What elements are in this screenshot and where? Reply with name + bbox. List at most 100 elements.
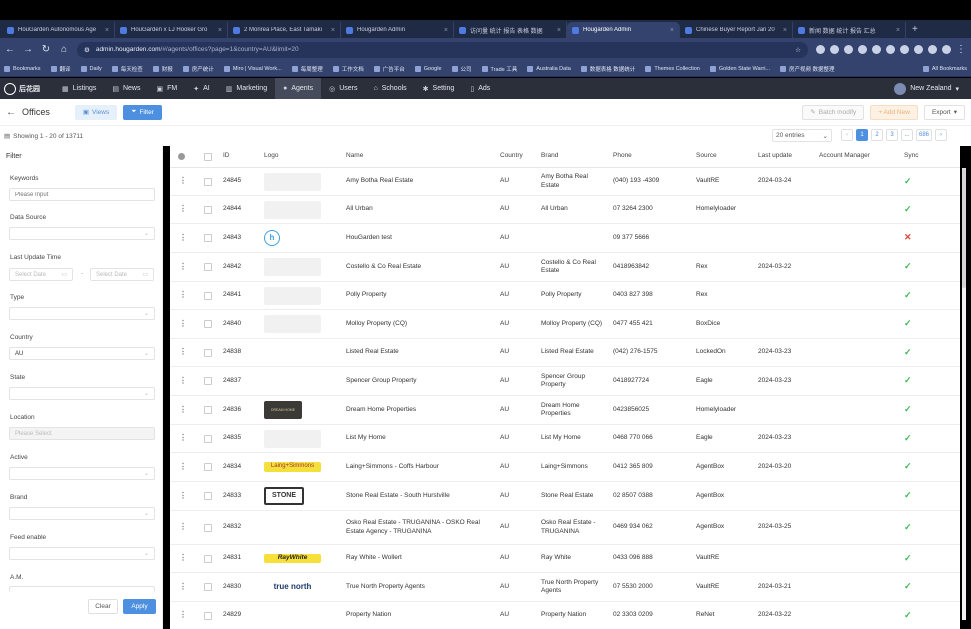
close-icon[interactable]: × — [670, 27, 674, 34]
browser-menu-icon[interactable]: ⋮ — [956, 44, 966, 55]
browser-tab[interactable]: Hougarden Admin × — [341, 22, 454, 38]
entries-select[interactable]: 20 entries ⌄ — [772, 129, 832, 142]
office-name[interactable]: Stone Real Estate - South Hurstville — [346, 482, 496, 510]
bookmark-item[interactable]: Golden State Warri... — [709, 65, 770, 72]
header-brand[interactable]: Brand — [541, 146, 606, 167]
column-settings-icon[interactable] — [178, 146, 185, 167]
apply-button[interactable]: Apply — [123, 599, 156, 614]
nav-item-listings[interactable]: ▦ Listings — [54, 78, 104, 99]
office-name[interactable]: Amy Botha Real Estate — [346, 168, 496, 195]
office-name[interactable]: Listed Real Estate — [346, 339, 496, 366]
checkbox-box[interactable] — [204, 492, 212, 500]
office-name[interactable]: Ray White - Wollert — [346, 545, 496, 572]
office-name[interactable]: All Urban — [346, 196, 496, 223]
site-info-icon[interactable]: ⚙ — [84, 46, 90, 54]
new-tab-button[interactable]: + — [906, 22, 924, 38]
table-row[interactable]: ⋮ 24837 Spencer Group Property AU Spencer Gr… — [170, 367, 960, 396]
nav-item-fm[interactable]: ▣ FM — [149, 78, 186, 99]
checkbox-box[interactable] — [204, 234, 212, 242]
row-checkbox[interactable] — [204, 367, 212, 395]
checkbox-box[interactable] — [204, 611, 212, 620]
back-arrow-icon[interactable]: ← — [6, 107, 16, 118]
checkbox-box[interactable] — [204, 406, 212, 414]
date-start-picker[interactable]: Select Date ▭ — [9, 268, 73, 281]
office-name[interactable]: Polly Property — [346, 282, 496, 309]
reload-icon[interactable]: ↻ — [41, 44, 51, 55]
checkbox-box[interactable] — [204, 554, 212, 563]
row-actions-icon[interactable]: ⋮ — [179, 282, 187, 309]
page-button[interactable]: 1 — [856, 129, 868, 141]
state-select[interactable]: ⌄ — [9, 387, 155, 400]
header-id[interactable]: ID — [223, 146, 230, 167]
row-actions-icon[interactable]: ⋮ — [179, 602, 187, 629]
url-field[interactable]: ⚙ admin.hougarden.com/#/agents/offices?p… — [77, 41, 808, 58]
extension-icon[interactable] — [872, 45, 881, 54]
close-icon[interactable]: × — [218, 27, 222, 34]
bookmark-item[interactable]: Trade 工具 — [481, 65, 517, 73]
close-icon[interactable]: × — [896, 27, 900, 34]
office-name[interactable]: Osko Real Estate - TRUGANINA - OSKO Real… — [346, 511, 496, 544]
extension-icon[interactable] — [844, 45, 853, 54]
row-checkbox[interactable] — [204, 511, 212, 544]
close-icon[interactable]: × — [783, 27, 787, 34]
row-checkbox[interactable] — [204, 282, 212, 309]
extension-icon[interactable] — [816, 45, 825, 54]
am-select[interactable] — [9, 586, 155, 592]
row-actions-icon[interactable]: ⋮ — [179, 453, 187, 481]
checkbox-box[interactable] — [204, 205, 212, 214]
active-select[interactable]: ⌄ — [9, 467, 155, 480]
bookmark-item[interactable]: 广告平台 — [373, 65, 405, 73]
page-button[interactable]: ... — [901, 129, 913, 141]
bookmark-item[interactable]: 数据表格 数据统计 — [580, 65, 635, 73]
office-name[interactable]: True North Property Agents — [346, 573, 496, 601]
row-checkbox[interactable] — [204, 602, 212, 629]
browser-tab[interactable]: 新闻 数据 统计 报告 汇总 × — [793, 22, 906, 38]
office-name[interactable]: Costello & Co Real Estate — [346, 253, 496, 281]
office-name[interactable]: Molloy Property (CQ) — [346, 310, 496, 338]
page-button[interactable]: 3 — [886, 129, 898, 141]
header-account-manager[interactable]: Account Manager — [819, 146, 870, 167]
checkbox-box[interactable] — [204, 523, 212, 532]
close-icon[interactable]: × — [444, 27, 448, 34]
home-icon[interactable]: ⌂ — [59, 44, 69, 55]
location-select[interactable]: Please Select — [9, 427, 155, 440]
bookmark-item[interactable]: Google — [414, 65, 442, 72]
table-row[interactable]: ⋮ 24836 DREAM HOME Dream Home Properties AU D… — [170, 396, 960, 425]
header-last-update[interactable]: Last update — [758, 146, 792, 167]
previous-page-button[interactable]: ‹ — [841, 129, 853, 141]
header-phone[interactable]: Phone — [613, 146, 632, 167]
extension-icon[interactable] — [830, 45, 839, 54]
bookmark-item[interactable]: 房产统计 — [182, 65, 214, 73]
table-row[interactable]: ⋮ 24843 h HouGarden test AU 09 377 5666 ✕ — [170, 224, 960, 253]
row-checkbox[interactable] — [204, 253, 212, 281]
bookmark-item[interactable]: Bookmarks — [4, 65, 41, 72]
row-actions-icon[interactable]: ⋮ — [179, 573, 187, 601]
scrollbar-thumb[interactable] — [962, 168, 966, 288]
browser-tab[interactable]: 2 Monrea Place, East Tamaki × — [228, 22, 341, 38]
brand-logo[interactable]: 后花园 — [4, 82, 40, 95]
checkbox-box[interactable] — [204, 377, 212, 385]
close-icon[interactable]: × — [105, 27, 109, 34]
bookmark-item[interactable]: 房产视频 数据整理 — [780, 65, 835, 73]
table-row[interactable]: ⋮ 24838 Listed Real Estate AU Listed Real Es… — [170, 339, 960, 367]
extension-icon[interactable] — [900, 45, 909, 54]
office-name[interactable]: List My Home — [346, 425, 496, 452]
row-actions-icon[interactable]: ⋮ — [179, 224, 187, 252]
checkbox-box[interactable] — [204, 348, 212, 357]
table-row[interactable]: ⋮ 24842 Costello & Co Real Estate AU Costell… — [170, 253, 960, 282]
bookmark-item[interactable]: Miro | Visual Work... — [223, 65, 282, 72]
table-row[interactable]: ⋮ 24831 RayWhite Ray White - Wollert AU Ray W… — [170, 545, 960, 573]
checkbox-box[interactable] — [204, 320, 212, 328]
close-icon[interactable]: × — [331, 27, 335, 34]
extension-icon[interactable] — [858, 45, 867, 54]
next-page-button[interactable]: › — [935, 129, 948, 141]
nav-item-ai[interactable]: ✦ AI — [185, 78, 218, 99]
row-actions-icon[interactable]: ⋮ — [179, 168, 187, 195]
checkbox-box[interactable] — [204, 177, 212, 186]
select-all-checkbox[interactable] — [204, 146, 212, 167]
browser-tab[interactable]: 访问量 统计 报告 表格 数据 × — [454, 22, 567, 38]
forward-arrow-icon[interactable]: → — [23, 44, 33, 55]
nav-item-marketing[interactable]: ▥ Marketing — [218, 78, 275, 99]
brand-select[interactable]: ⌄ — [9, 507, 155, 520]
row-checkbox[interactable] — [204, 482, 212, 510]
